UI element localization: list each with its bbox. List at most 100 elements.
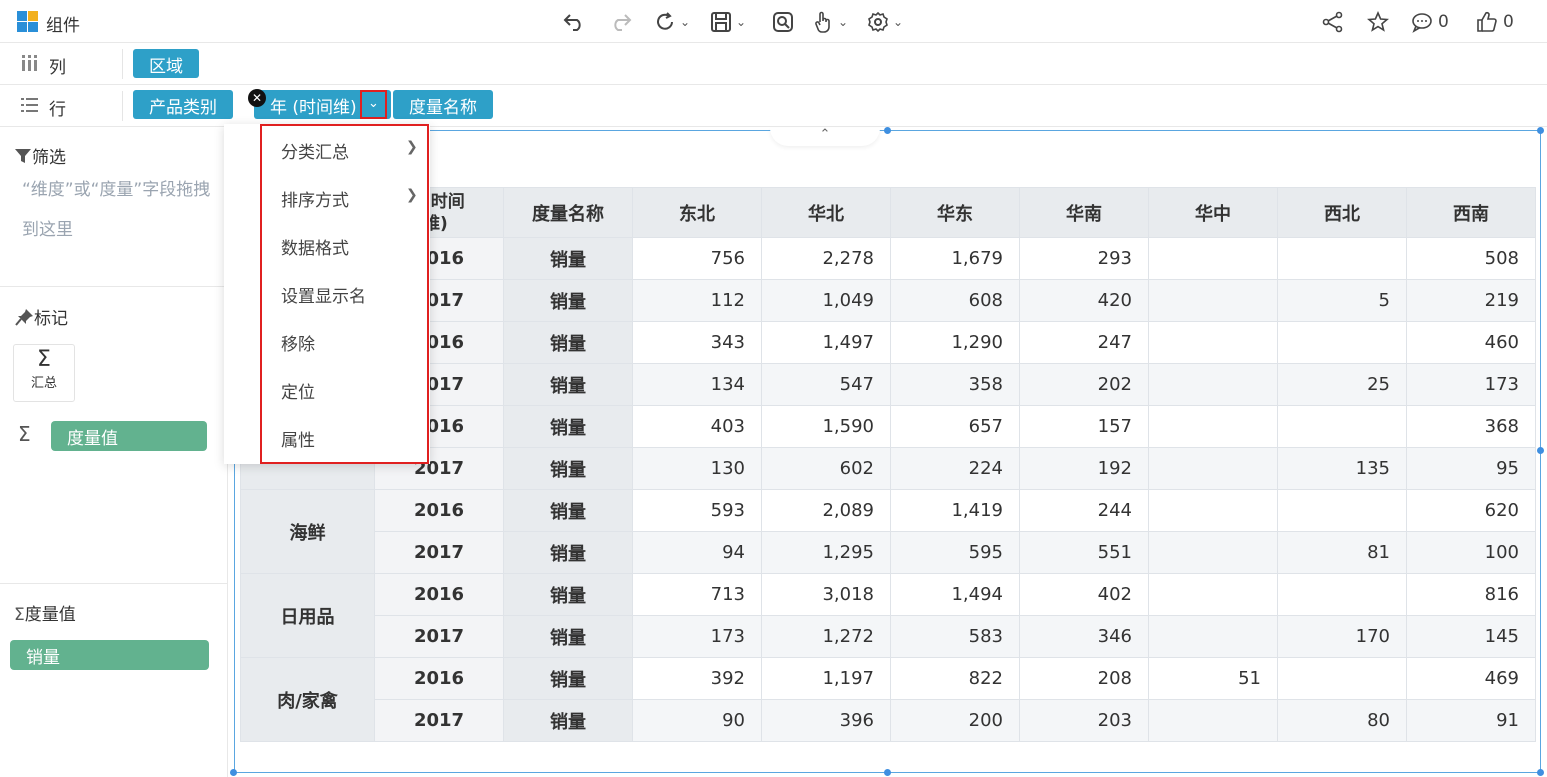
resize-handle[interactable] (884, 769, 891, 776)
value-cell: 602 (761, 447, 891, 490)
left-panel: 筛选 “维度”或“度量”字段拖拽到这里 标记 Σ 汇总 Σ 度量值 Σ度量值 销… (0, 128, 228, 777)
value-cell (1277, 489, 1407, 532)
marks-summary-button[interactable]: Σ 汇总 (13, 344, 75, 402)
chevron-down-icon[interactable]: ⌄ (680, 15, 690, 29)
header-region[interactable]: 华东 (890, 187, 1020, 238)
measure-name-cell: 销量 (503, 447, 633, 490)
value-cell: 5 (1277, 279, 1407, 322)
value-cell: 402 (1019, 573, 1149, 616)
year-cell: 2017 (374, 615, 504, 658)
chevron-down-icon[interactable]: ⌄ (736, 15, 746, 29)
resize-handle[interactable] (1537, 447, 1544, 454)
rows-label: 行 (49, 100, 66, 120)
value-cell: 396 (761, 699, 891, 742)
pill-dropdown-chevron-icon[interactable]: ⌄ (360, 90, 387, 119)
chevron-down-icon[interactable]: ⌄ (893, 15, 903, 29)
pivot-table-viewport[interactable]: (时间 维) 度量名称 东北 华北 华东 华南 华中 西北 西南 2016 销量 7… (240, 187, 1536, 757)
value-cell: 2,278 (761, 237, 891, 280)
value-cell (1148, 405, 1278, 448)
measure-name-cell: 销量 (503, 489, 633, 532)
value-cell: 134 (632, 363, 762, 406)
value-cell: 80 (1277, 699, 1407, 742)
row-pill-product-category[interactable]: 产品类别 (133, 90, 233, 119)
gear-icon[interactable]: ⌄ (867, 8, 903, 36)
chevron-down-icon[interactable]: ⌄ (838, 15, 848, 29)
category-cell: 海鲜 (240, 489, 375, 574)
undo-icon[interactable] (563, 8, 585, 36)
filter-drop-hint[interactable]: “维度”或“度量”字段拖拽到这里 (14, 170, 214, 250)
value-cell: 91 (1406, 699, 1536, 742)
resize-handle[interactable] (1537, 127, 1544, 134)
resize-handle[interactable] (1537, 769, 1544, 776)
like-button[interactable]: 0 (1476, 8, 1514, 36)
menu-item-properties[interactable]: 属性 (281, 426, 315, 451)
value-cell: 816 (1406, 573, 1536, 616)
value-cell: 1,049 (761, 279, 891, 322)
menu-item-data-format[interactable]: 数据格式 (281, 234, 349, 259)
value-cell: 203 (1019, 699, 1149, 742)
value-cell: 1,295 (761, 531, 891, 574)
menu-item-sort[interactable]: 排序方式 (281, 186, 349, 211)
header-region[interactable]: 西南 (1406, 187, 1536, 238)
shelf-divider (122, 49, 123, 79)
value-cell: 595 (890, 531, 1020, 574)
resize-handle[interactable] (230, 769, 237, 776)
filter-icon (14, 148, 32, 169)
table-row: 2017 销量 90 396 200 203 80 91 (241, 699, 1536, 742)
redo-icon[interactable] (610, 8, 632, 36)
measure-name-cell: 销量 (503, 279, 633, 322)
header-region[interactable]: 华中 (1148, 187, 1278, 238)
row-pill-measure-name[interactable]: 度量名称 (393, 90, 493, 119)
collapse-toggle[interactable]: ⌃ (770, 128, 880, 146)
value-cell: 508 (1406, 237, 1536, 280)
year-cell: 2017 (374, 531, 504, 574)
measure-name-cell: 销量 (503, 573, 633, 616)
menu-item-display-name[interactable]: 设置显示名 (281, 282, 366, 307)
category-cell: 日用品 (240, 573, 375, 658)
header-measure[interactable]: 度量名称 (503, 187, 633, 238)
value-cell: 81 (1277, 531, 1407, 574)
value-cell: 244 (1019, 489, 1149, 532)
columns-label: 列 (49, 58, 66, 78)
refresh-icon[interactable]: ⌄ (654, 8, 690, 36)
comment-button[interactable]: 0 (1411, 8, 1449, 36)
measures-section-title: Σ度量值 (14, 605, 76, 625)
header-region[interactable]: 东北 (632, 187, 762, 238)
preview-icon[interactable] (772, 8, 794, 36)
value-cell: 583 (890, 615, 1020, 658)
value-cell: 822 (890, 657, 1020, 700)
column-pill-region[interactable]: 区域 (133, 49, 199, 78)
share-icon[interactable] (1322, 8, 1344, 36)
measure-pill-sales[interactable]: 销量 (10, 640, 209, 670)
star-icon[interactable] (1367, 8, 1389, 36)
table-row: 2017 销量 112 1,049 608 420 5 219 (241, 279, 1536, 322)
header-region[interactable]: 华北 (761, 187, 891, 238)
rows-icon (20, 95, 40, 120)
save-icon[interactable]: ⌄ (710, 8, 746, 36)
table-row: 肉/家禽 2016 销量 392 1,197 822 208 51 469 (240, 657, 1536, 742)
table-row: 2016 销量 343 1,497 1,290 247 460 (240, 321, 1536, 406)
resize-handle[interactable] (884, 127, 891, 134)
value-cell (1148, 363, 1278, 406)
measure-name-cell: 销量 (503, 405, 633, 448)
value-cell: 51 (1148, 657, 1278, 700)
columns-shelf: 列 区域 (0, 43, 1547, 85)
rows-shelf: 行 产品类别 年 (时间维) 度量名称 (0, 85, 1547, 127)
table-row: 日用品 2016 销量 713 3,018 1,494 402 816 (240, 573, 1536, 658)
category-cell: 肉/家禽 (240, 657, 375, 742)
header-region[interactable]: 华南 (1019, 187, 1149, 238)
measure-name-cell: 销量 (503, 657, 633, 700)
measure-name-cell: 销量 (503, 237, 633, 280)
year-cell: 2016 (374, 657, 504, 700)
marks-measure-pill[interactable]: 度量值 (51, 421, 207, 451)
menu-item-locate[interactable]: 定位 (281, 378, 315, 403)
value-cell: 95 (1406, 447, 1536, 490)
menu-item-remove[interactable]: 移除 (281, 330, 315, 355)
hand-pointer-icon[interactable]: ⌄ (814, 8, 848, 36)
value-cell: 293 (1019, 237, 1149, 280)
header-region[interactable]: 西北 (1277, 187, 1407, 238)
remove-pill-icon[interactable]: ✕ (248, 89, 266, 107)
menu-item-subtotal[interactable]: 分类汇总 (281, 138, 349, 163)
value-cell: 202 (1019, 363, 1149, 406)
pivot-table: (时间 维) 度量名称 东北 华北 华东 华南 华中 西北 西南 2016 销量 7… (240, 187, 1536, 742)
